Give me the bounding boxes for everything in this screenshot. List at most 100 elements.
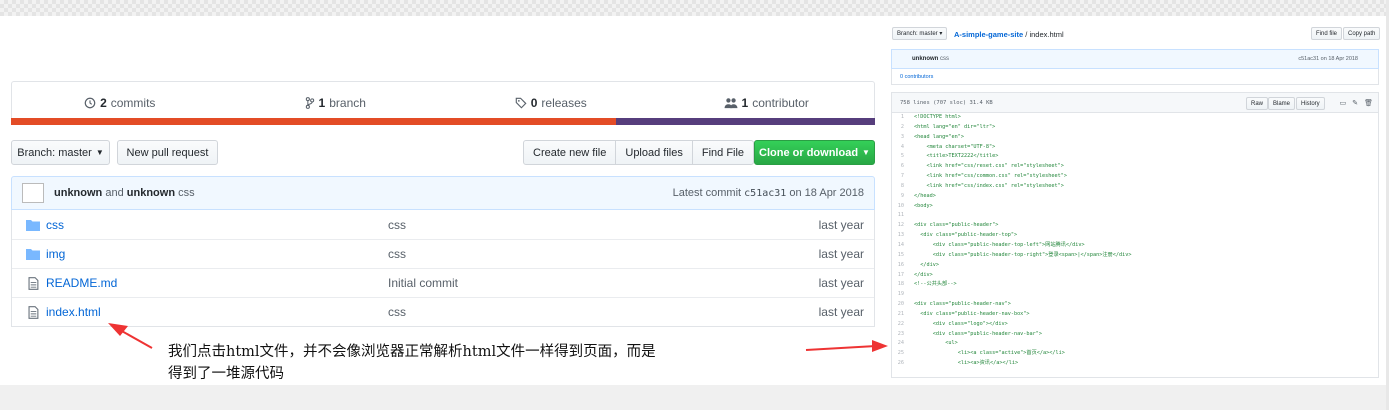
mini-find-file-button[interactable]: Find file	[1311, 27, 1343, 40]
line-number[interactable]: 16	[892, 261, 914, 271]
code-line: 19	[892, 290, 1378, 300]
code-line: 10 <body>	[892, 202, 1378, 212]
arrow-left-icon	[108, 323, 153, 349]
line-number[interactable]: 5	[892, 152, 914, 162]
mini-copy-path-button[interactable]: Copy path	[1343, 27, 1381, 40]
code-text: <div class="public-header-nav-box">	[914, 310, 1030, 317]
code-line: 8 <link href="css/index.css" rel="styles…	[892, 182, 1378, 192]
code-line: 13 <div class="public-header-top">	[892, 231, 1378, 241]
mini-commit-author[interactable]: unknown	[912, 56, 938, 62]
mini-file-actions: ▭ ✎ 🗑	[1340, 99, 1373, 107]
code-text: </div>	[914, 271, 933, 278]
line-number[interactable]: 7	[892, 172, 914, 182]
mini-commit-message[interactable]: css	[940, 56, 949, 62]
code-line: 12 <div class="public-header">	[892, 221, 1378, 231]
line-number[interactable]: 13	[892, 231, 914, 241]
line-number[interactable]: 22	[892, 320, 914, 330]
line-number[interactable]: 8	[892, 182, 914, 192]
code-line: 20 <div class="public-header-nav">	[892, 300, 1378, 310]
line-number[interactable]: 9	[892, 192, 914, 202]
line-number[interactable]: 15	[892, 251, 914, 261]
mini-commit-meta: c51ac31 on 18 Apr 2018	[1298, 56, 1358, 62]
code-line: 16 </div>	[892, 261, 1378, 271]
code-text: <ul>	[914, 340, 958, 347]
line-number[interactable]: 12	[892, 221, 914, 231]
code-line: 18 <!--公共头部-->	[892, 280, 1378, 290]
trash-icon[interactable]: 🗑	[1364, 99, 1373, 107]
mini-file-info: 758 lines (707 sloc) 31.4 KB	[900, 99, 993, 106]
mini-branch-select[interactable]: Branch: master ▾	[892, 27, 948, 40]
line-number[interactable]: 6	[892, 162, 914, 172]
code-view: 1 <!DOCTYPE html> 2 <html lang="en" dir="lt…	[891, 113, 1379, 378]
pencil-icon[interactable]: ✎	[1352, 99, 1358, 107]
code-line: 14 <div class="public-header-top-left">网…	[892, 241, 1378, 251]
code-text: <li><a class="active">首页</a></li>	[914, 350, 1065, 357]
line-number[interactable]: 26	[892, 359, 914, 369]
code-text: <div class="logo"></div>	[914, 320, 1008, 327]
code-line: 21 <div class="public-header-nav-box">	[892, 310, 1378, 320]
line-number[interactable]: 21	[892, 310, 914, 320]
code-line: 22 <div class="logo"></div>	[892, 320, 1378, 330]
code-text: </div>	[914, 261, 939, 268]
arrow-right-icon	[805, 340, 888, 352]
code-text: <link href="css/common.css" rel="stylesh…	[914, 173, 1068, 180]
code-line: 11	[892, 211, 1378, 221]
line-number[interactable]: 19	[892, 290, 914, 300]
breadcrumb: A-simple-game-site / index.html	[954, 30, 1064, 39]
breadcrumb-file: index.html	[1029, 30, 1064, 39]
breadcrumb-separator: /	[1025, 30, 1028, 39]
code-text: <div class="public-header-top">	[914, 232, 1018, 239]
mini-commit-bar: unknown css c51ac31 on 18 Apr 2018	[891, 49, 1379, 69]
line-number[interactable]: 2	[892, 123, 914, 133]
code-line: 1 <!DOCTYPE html>	[892, 113, 1378, 123]
code-line: 3 <head lang="en">	[892, 133, 1378, 143]
code-text: <div class="public-header">	[914, 222, 999, 229]
code-text: <!DOCTYPE html>	[914, 114, 961, 120]
history-button[interactable]: History	[1296, 97, 1325, 110]
code-text: <body>	[914, 202, 933, 209]
line-number[interactable]: 4	[892, 143, 914, 153]
line-number[interactable]: 3	[892, 133, 914, 143]
line-number[interactable]: 17	[892, 271, 914, 281]
blame-button[interactable]: Blame	[1268, 97, 1296, 110]
line-number[interactable]: 18	[892, 280, 914, 290]
line-number[interactable]: 24	[892, 339, 914, 349]
line-number[interactable]: 11	[892, 211, 914, 221]
code-text: <div class="public-header-top-left">网站腾讯…	[914, 241, 1085, 248]
annotation-text: 我们点击html文件，并不会像浏览器正常解析html文件一样得到页面，而是 得到…	[168, 341, 808, 385]
code-line: 17 </div>	[892, 271, 1378, 281]
line-number[interactable]: 1	[892, 113, 914, 123]
code-text: <li><a>资讯</a></li>	[914, 360, 1019, 367]
code-line: 23 <div class="public-header-nav-bar">	[892, 330, 1378, 340]
line-number[interactable]: 23	[892, 330, 914, 340]
code-text: <link href="css/index.css" rel="styleshe…	[914, 182, 1064, 189]
line-number[interactable]: 20	[892, 300, 914, 310]
code-line: 2 <html lang="en" dir="ltr">	[892, 123, 1378, 133]
file-view-preview: Branch: master ▾ A-simple-game-site / in…	[891, 20, 1381, 378]
code-line: 7 <link href="css/common.css" rel="style…	[892, 172, 1378, 182]
code-text: <meta charset="UTF-8">	[914, 143, 996, 150]
code-line: 15 <div class="public-header-top-right">…	[892, 251, 1378, 261]
code-text: <div class="public-header-top-right">登录<…	[914, 251, 1132, 258]
code-text: <div class="public-header-nav-bar">	[914, 330, 1043, 337]
code-line: 24 <ul>	[892, 339, 1378, 349]
annotation-line-2: 得到了一堆源代码	[168, 366, 284, 382]
repo-link[interactable]: A-simple-game-site	[954, 30, 1023, 39]
line-number[interactable]: 14	[892, 241, 914, 251]
code-text: </head>	[914, 192, 936, 199]
desktop-icon[interactable]: ▭	[1340, 99, 1347, 107]
code-text: <!--公共头部-->	[914, 281, 957, 288]
line-number[interactable]: 25	[892, 349, 914, 359]
code-text: <html lang="en" dir="ltr">	[914, 123, 996, 130]
code-line: 25 <li><a class="active">首页</a></li>	[892, 349, 1378, 359]
code-line: 9 </head>	[892, 192, 1378, 202]
mini-contributors[interactable]: 0 contributors	[891, 69, 1379, 85]
code-text: <link href="css/reset.css" rel="styleshe…	[914, 163, 1064, 170]
mini-branch-label: Branch: master	[897, 30, 938, 37]
annotation-line-1: 我们点击html文件，并不会像浏览器正常解析html文件一样得到页面，而是	[168, 344, 656, 360]
raw-button[interactable]: Raw	[1246, 97, 1269, 110]
code-line: 4 <meta charset="UTF-8">	[892, 143, 1378, 153]
line-number[interactable]: 10	[892, 202, 914, 212]
code-text: <head lang="en">	[914, 133, 964, 140]
code-line: 6 <link href="css/reset.css" rel="styles…	[892, 162, 1378, 172]
